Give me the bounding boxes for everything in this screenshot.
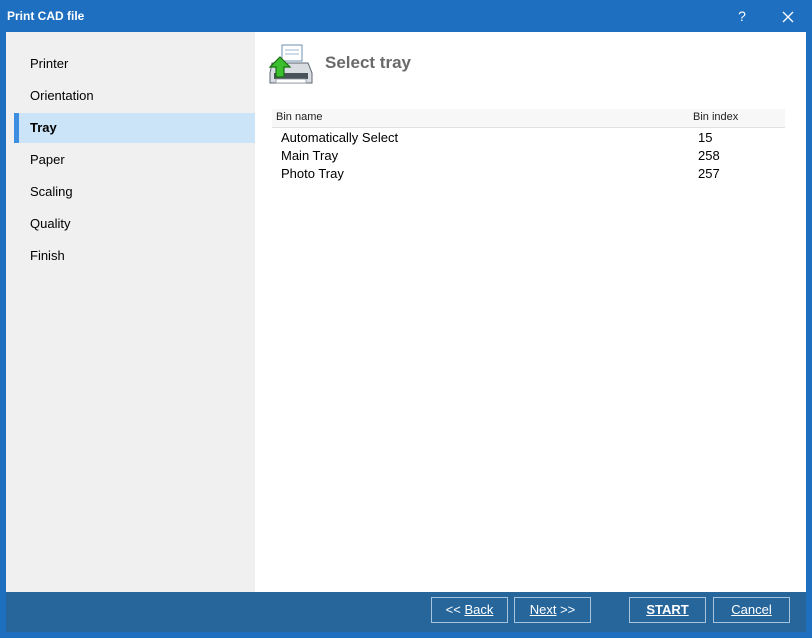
table-row[interactable]: Photo Tray 257 xyxy=(272,164,785,182)
cancel-button[interactable]: Cancel xyxy=(713,597,790,623)
bin-name-cell: Photo Tray xyxy=(281,166,344,181)
dialog-client: Printer Orientation Tray Paper Scaling Q… xyxy=(6,32,806,632)
cancel-label: Cancel xyxy=(731,602,772,617)
page-title: Select tray xyxy=(325,53,411,72)
title-bar: Print CAD file ? xyxy=(0,0,812,32)
printer-arrow-icon xyxy=(268,44,313,84)
next-button[interactable]: Next >> xyxy=(514,597,591,623)
bin-index-cell: 257 xyxy=(698,166,720,181)
close-button[interactable] xyxy=(772,5,804,27)
tray-table: Bin name Bin index Automatically Select … xyxy=(272,109,785,182)
next-label: Next xyxy=(529,602,557,617)
window-title: Print CAD file xyxy=(7,9,85,23)
sidebar-item-finish[interactable]: Finish xyxy=(14,241,255,271)
sidebar-item-scaling[interactable]: Scaling xyxy=(14,177,255,207)
sidebar-item-paper[interactable]: Paper xyxy=(14,145,255,175)
sidebar-item-quality[interactable]: Quality xyxy=(14,209,255,239)
back-label: Back xyxy=(464,602,494,617)
start-button[interactable]: START xyxy=(629,597,706,623)
sidebar: Printer Orientation Tray Paper Scaling Q… xyxy=(6,32,255,592)
bin-name-cell: Main Tray xyxy=(281,148,339,163)
bin-index-cell: 258 xyxy=(698,148,720,163)
footer-bar: << Back Next >> START Cancel xyxy=(6,592,806,632)
start-label: START xyxy=(646,602,689,617)
table-header: Bin name Bin index xyxy=(272,109,785,128)
table-row[interactable]: Automatically Select 15 xyxy=(272,128,785,146)
bin-index-cell: 15 xyxy=(698,130,713,145)
table-row[interactable]: Main Tray 258 xyxy=(272,146,785,164)
main-panel: Select tray Bin name Bin index Automatic… xyxy=(255,32,806,592)
help-button[interactable]: ? xyxy=(728,5,756,27)
bin-name-cell: Automatically Select xyxy=(281,130,399,145)
sidebar-item-tray[interactable]: Tray xyxy=(14,113,255,143)
next-suffix: >> xyxy=(556,602,576,617)
column-header-bin-name[interactable]: Bin name xyxy=(276,111,322,123)
sidebar-item-printer[interactable]: Printer xyxy=(14,49,255,79)
back-prefix: << xyxy=(445,602,465,617)
column-header-bin-index[interactable]: Bin index xyxy=(693,111,738,123)
close-icon xyxy=(782,11,794,23)
back-button[interactable]: << Back xyxy=(431,597,508,623)
sidebar-item-orientation[interactable]: Orientation xyxy=(14,81,255,111)
